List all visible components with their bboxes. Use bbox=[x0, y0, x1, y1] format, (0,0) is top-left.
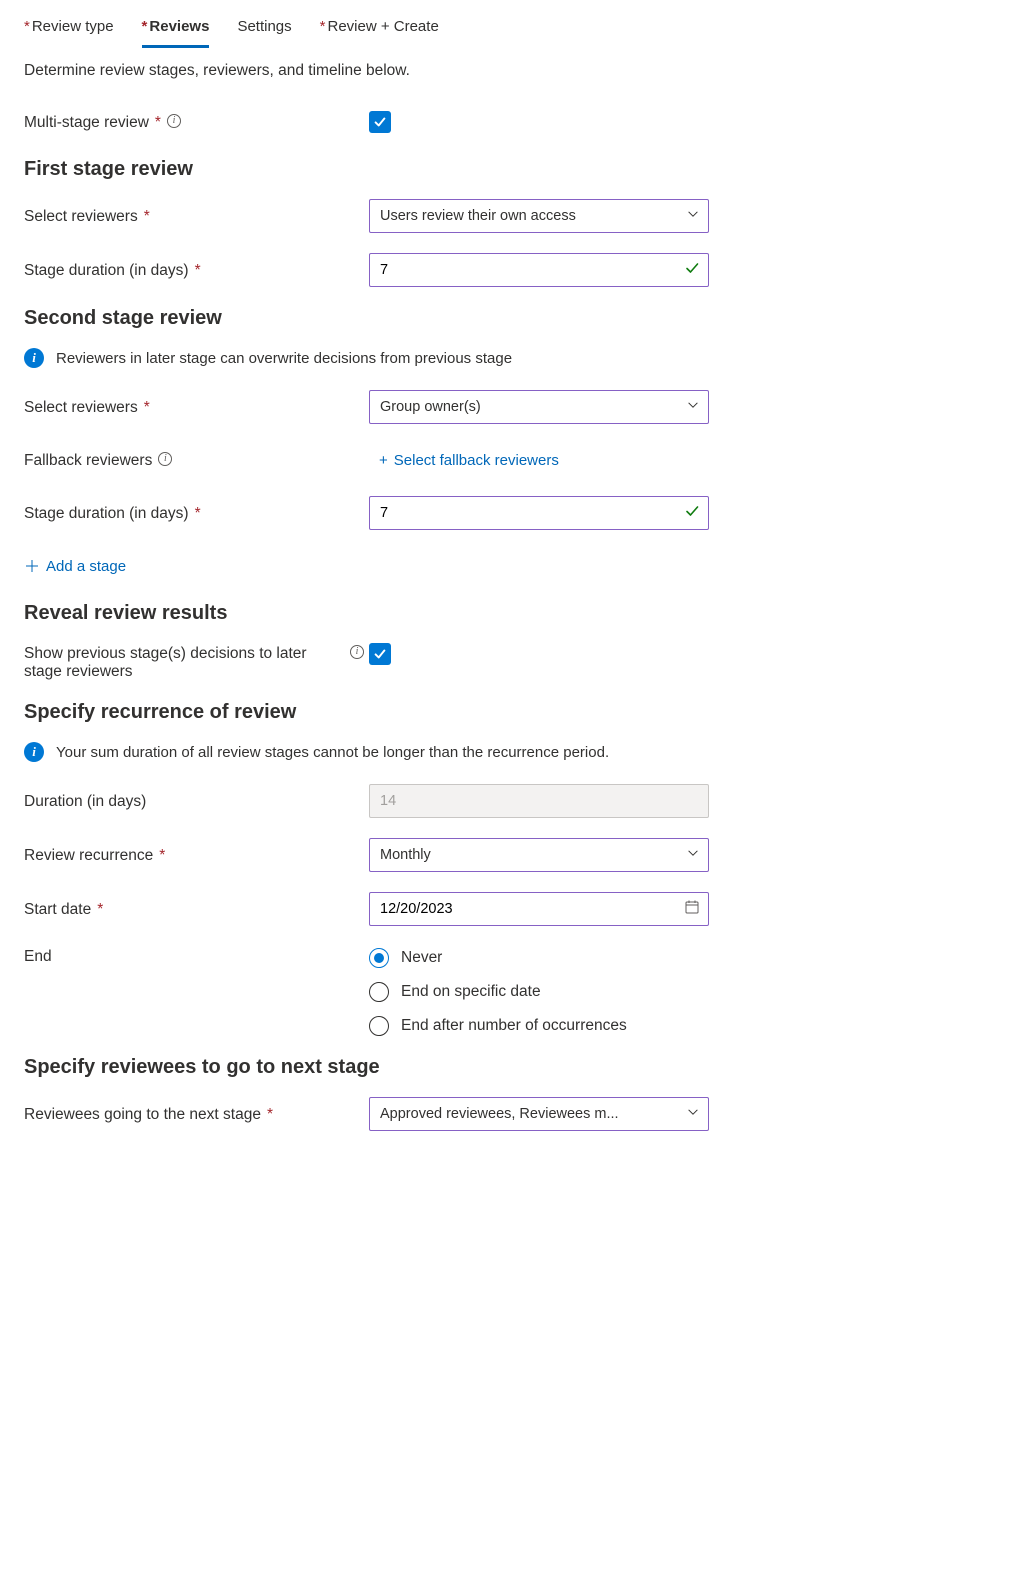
radio-label: Never bbox=[401, 949, 442, 967]
reviewees-next-stage-dropdown[interactable]: Approved reviewees, Reviewees m... bbox=[369, 1097, 709, 1131]
intro-text: Determine review stages, reviewers, and … bbox=[24, 62, 1010, 80]
info-icon: i bbox=[24, 348, 44, 368]
chevron-down-icon bbox=[686, 398, 700, 416]
chevron-down-icon bbox=[686, 846, 700, 864]
second-stage-duration-input[interactable] bbox=[380, 505, 678, 521]
second-stage-reviewers-dropdown[interactable]: Group owner(s) bbox=[369, 390, 709, 424]
end-option-specific-date[interactable]: End on specific date bbox=[369, 982, 709, 1002]
recurrence-heading: Specify recurrence of review bbox=[24, 701, 1010, 724]
start-date-input-wrap bbox=[369, 892, 709, 926]
dropdown-value: Monthly bbox=[380, 847, 431, 863]
tabs: *Review type *Reviews Settings *Review +… bbox=[0, 0, 1034, 48]
reveal-label: Show previous stage(s) decisions to late… bbox=[24, 645, 344, 681]
tab-label: Reviews bbox=[149, 18, 209, 35]
radio-label: End after number of occurrences bbox=[401, 1017, 627, 1035]
required-star: * bbox=[195, 505, 201, 523]
tab-label: Review type bbox=[32, 18, 114, 35]
radio-icon bbox=[369, 948, 389, 968]
end-option-never[interactable]: Never bbox=[369, 948, 709, 968]
second-stage-duration-input-wrap bbox=[369, 496, 709, 530]
reveal-heading: Reveal review results bbox=[24, 602, 1010, 625]
select-reviewers-label: Select reviewers bbox=[24, 208, 138, 226]
tab-label: Review + Create bbox=[327, 18, 438, 35]
duration-label: Duration (in days) bbox=[24, 793, 146, 811]
required-star: * bbox=[195, 262, 201, 280]
reveal-checkbox[interactable] bbox=[369, 643, 391, 665]
recurrence-label: Review recurrence bbox=[24, 847, 153, 865]
start-date-input[interactable] bbox=[380, 901, 678, 917]
radio-label: End on specific date bbox=[401, 983, 541, 1001]
info-icon: i bbox=[24, 742, 44, 762]
recurrence-dropdown[interactable]: Monthly bbox=[369, 838, 709, 872]
end-radio-group: Never End on specific date End after num… bbox=[369, 946, 709, 1036]
select-reviewers-label: Select reviewers bbox=[24, 399, 138, 417]
dropdown-value: Group owner(s) bbox=[380, 399, 481, 415]
multi-stage-checkbox[interactable] bbox=[369, 111, 391, 133]
info-icon[interactable]: i bbox=[350, 645, 364, 659]
tab-settings[interactable]: Settings bbox=[237, 18, 291, 48]
calendar-icon[interactable] bbox=[684, 899, 700, 919]
checkmark-icon bbox=[684, 260, 700, 280]
required-star: * bbox=[159, 847, 165, 865]
first-stage-reviewers-dropdown[interactable]: Users review their own access bbox=[369, 199, 709, 233]
required-star: * bbox=[155, 114, 161, 132]
tab-review-create[interactable]: *Review + Create bbox=[320, 18, 439, 48]
add-stage-button[interactable]: Add a stage bbox=[24, 558, 126, 575]
select-fallback-reviewers-link[interactable]: + Select fallback reviewers bbox=[369, 452, 559, 469]
total-duration-input-wrap bbox=[369, 784, 709, 818]
dropdown-value: Users review their own access bbox=[380, 208, 576, 224]
total-duration-input bbox=[380, 793, 678, 809]
radio-icon bbox=[369, 1016, 389, 1036]
checkmark-icon bbox=[684, 503, 700, 523]
tab-reviews[interactable]: *Reviews bbox=[142, 18, 210, 48]
info-icon[interactable]: i bbox=[158, 452, 172, 466]
stage-duration-label: Stage duration (in days) bbox=[24, 505, 189, 523]
end-label: End bbox=[24, 948, 52, 966]
link-text: Add a stage bbox=[46, 558, 126, 575]
required-star: * bbox=[97, 901, 103, 919]
plus-icon bbox=[24, 558, 40, 574]
dropdown-value: Approved reviewees, Reviewees m... bbox=[380, 1106, 619, 1122]
next-stage-heading: Specify reviewees to go to next stage bbox=[24, 1056, 1010, 1079]
first-stage-heading: First stage review bbox=[24, 158, 1010, 181]
second-stage-heading: Second stage review bbox=[24, 307, 1010, 330]
stage-duration-label: Stage duration (in days) bbox=[24, 262, 189, 280]
start-date-label: Start date bbox=[24, 901, 91, 919]
fallback-reviewers-label: Fallback reviewers bbox=[24, 452, 152, 470]
info-icon[interactable]: i bbox=[167, 114, 181, 128]
second-stage-info: Reviewers in later stage can overwrite d… bbox=[56, 350, 512, 367]
link-text: Select fallback reviewers bbox=[394, 452, 559, 469]
first-stage-duration-input[interactable] bbox=[380, 262, 678, 278]
required-star: * bbox=[144, 208, 150, 226]
chevron-down-icon bbox=[686, 1105, 700, 1123]
required-star: * bbox=[144, 399, 150, 417]
chevron-down-icon bbox=[686, 207, 700, 225]
multi-stage-label: Multi-stage review bbox=[24, 114, 149, 132]
reviewees-next-stage-label: Reviewees going to the next stage bbox=[24, 1106, 261, 1124]
required-star: * bbox=[267, 1106, 273, 1124]
first-stage-duration-input-wrap bbox=[369, 253, 709, 287]
tab-review-type[interactable]: *Review type bbox=[24, 18, 114, 48]
recurrence-info: Your sum duration of all review stages c… bbox=[56, 744, 609, 761]
end-option-occurrences[interactable]: End after number of occurrences bbox=[369, 1016, 709, 1036]
tab-label: Settings bbox=[237, 18, 291, 35]
radio-icon bbox=[369, 982, 389, 1002]
